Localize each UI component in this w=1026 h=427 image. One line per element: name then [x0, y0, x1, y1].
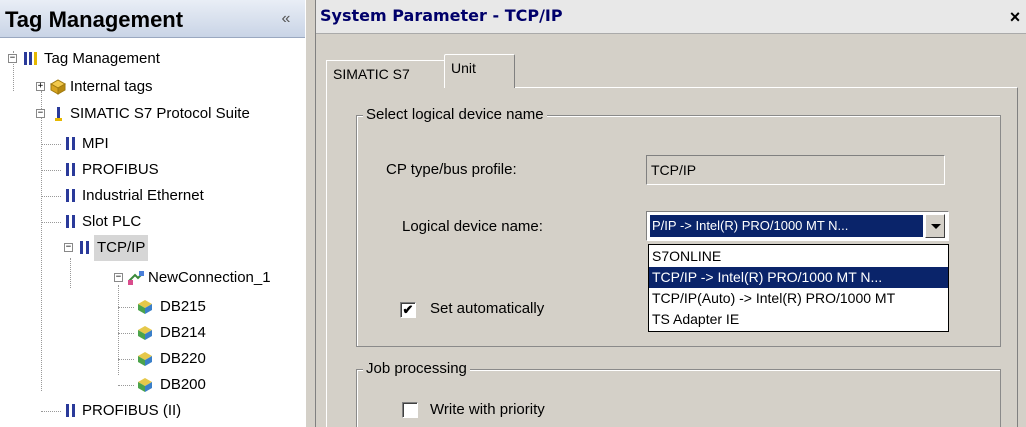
channel-icon	[62, 161, 80, 179]
selected-value: P/IP -> Intel(R) PRO/1000 MT N...	[650, 215, 923, 237]
tree-item-label: PROFIBUS	[82, 161, 159, 178]
tree-item-label: NewConnection_1	[148, 269, 271, 286]
tree-item-label: TCP/IP	[94, 235, 149, 261]
tag-management-icon	[22, 50, 40, 68]
tree-item-internal-tags[interactable]: + Internal tags	[0, 74, 300, 100]
write-with-priority-checkbox[interactable]	[402, 402, 418, 418]
tag-group-icon	[136, 324, 154, 342]
tree-item-industrial-ethernet[interactable]: Industrial Ethernet	[0, 183, 300, 209]
tree-item-newconnection-1[interactable]: − NewConnection_1	[0, 265, 300, 291]
logical-device-name-dropdown: S7ONLINE TCP/IP -> Intel(R) PRO/1000 MT …	[648, 244, 949, 332]
channel-icon	[62, 213, 80, 231]
tree-item-label: DB215	[160, 298, 206, 315]
tree-item-profibus[interactable]: PROFIBUS	[0, 157, 300, 183]
dialog-title: System Parameter - TCP/IP	[320, 6, 563, 25]
collapse-icon[interactable]: −	[8, 54, 17, 63]
tag-group-icon	[136, 376, 154, 394]
collapse-icon[interactable]: −	[36, 109, 45, 118]
tree-item-slot-plc[interactable]: Slot PLC	[0, 209, 300, 235]
set-automatically-checkbox[interactable]: ✔	[400, 302, 416, 318]
logical-device-name-select[interactable]: P/IP -> Intel(R) PRO/1000 MT N...	[646, 211, 949, 241]
close-button[interactable]: ×	[1006, 8, 1024, 26]
tag-group-icon	[136, 298, 154, 316]
internal-tags-icon	[49, 78, 67, 96]
chevron-down-icon[interactable]	[925, 214, 945, 238]
channel-icon	[76, 239, 94, 257]
tag-tree: − Tag Management + Internal tags − SIMAT…	[0, 38, 305, 427]
tree-item-label: PROFIBUS (II)	[82, 402, 182, 419]
tree-item-db214[interactable]: DB214	[0, 320, 300, 346]
collapse-icon[interactable]: −	[114, 273, 123, 282]
tree-item-profibus-ii[interactable]: PROFIBUS (II)	[0, 398, 300, 424]
dialog-titlebar[interactable]: System Parameter - TCP/IP ×	[316, 0, 1026, 34]
tree-item-tag-management[interactable]: − Tag Management	[0, 46, 300, 72]
tree-item-tcp-ip[interactable]: − TCP/IP	[0, 235, 300, 261]
dropdown-option-tcpip-auto[interactable]: TCP/IP(Auto) -> Intel(R) PRO/1000 MT	[649, 288, 948, 309]
expand-icon[interactable]: +	[36, 82, 45, 91]
tree-item-label: DB214	[160, 324, 206, 341]
tag-management-panel: Tag Management « − Tag Management + Inte…	[0, 0, 305, 427]
panel-title: Tag Management	[5, 7, 184, 32]
collapse-icon[interactable]: −	[64, 243, 73, 252]
tree-item-db215[interactable]: DB215	[0, 294, 300, 320]
pane-splitter[interactable]	[305, 0, 316, 427]
connection-icon	[127, 269, 145, 287]
channel-icon	[62, 187, 80, 205]
tree-item-simatic-s7-protocol-suite[interactable]: − SIMATIC S7 Protocol Suite	[0, 101, 305, 127]
channel-icon	[62, 135, 80, 153]
tree-item-label: Tag Management	[44, 50, 160, 67]
tree-item-label: Slot PLC	[82, 213, 142, 230]
dropdown-option-s7online[interactable]: S7ONLINE	[649, 246, 948, 267]
tree-item-label: DB220	[160, 350, 206, 367]
groupbox-legend: Select logical device name	[363, 105, 547, 125]
cp-type-label: CP type/bus profile:	[386, 161, 517, 178]
tag-group-icon	[136, 350, 154, 368]
tree-item-label: DB200	[160, 376, 206, 393]
tree-item-mpi[interactable]: MPI	[0, 131, 300, 157]
job-processing-groupbox: Job processing	[356, 359, 1001, 427]
tree-item-label: Industrial Ethernet	[82, 187, 204, 204]
tab-unit[interactable]: Unit	[444, 54, 515, 88]
panel-header: Tag Management «	[0, 0, 305, 38]
dropdown-option-tcpip[interactable]: TCP/IP -> Intel(R) PRO/1000 MT N...	[649, 267, 948, 288]
write-with-priority-label[interactable]: Write with priority	[430, 401, 545, 418]
protocol-suite-icon	[50, 105, 68, 123]
channel-icon	[62, 402, 80, 420]
tree-item-label: SIMATIC S7 Protocol Suite	[70, 105, 250, 122]
dropdown-option-ts-adapter-ie[interactable]: TS Adapter IE	[649, 309, 948, 330]
logical-device-name-label: Logical device name:	[402, 218, 543, 235]
set-automatically-label[interactable]: Set automatically	[430, 300, 544, 317]
tree-item-db220[interactable]: DB220	[0, 346, 300, 372]
tree-item-db200[interactable]: DB200	[0, 372, 300, 398]
cp-type-field: TCP/IP	[646, 155, 945, 185]
groupbox-legend: Job processing	[363, 359, 470, 379]
tree-item-label: MPI	[82, 135, 109, 152]
tree-item-label: Internal tags	[70, 78, 153, 95]
tab-simatic-s7[interactable]: SIMATIC S7	[326, 60, 445, 88]
collapse-panel-button[interactable]: «	[276, 9, 296, 29]
